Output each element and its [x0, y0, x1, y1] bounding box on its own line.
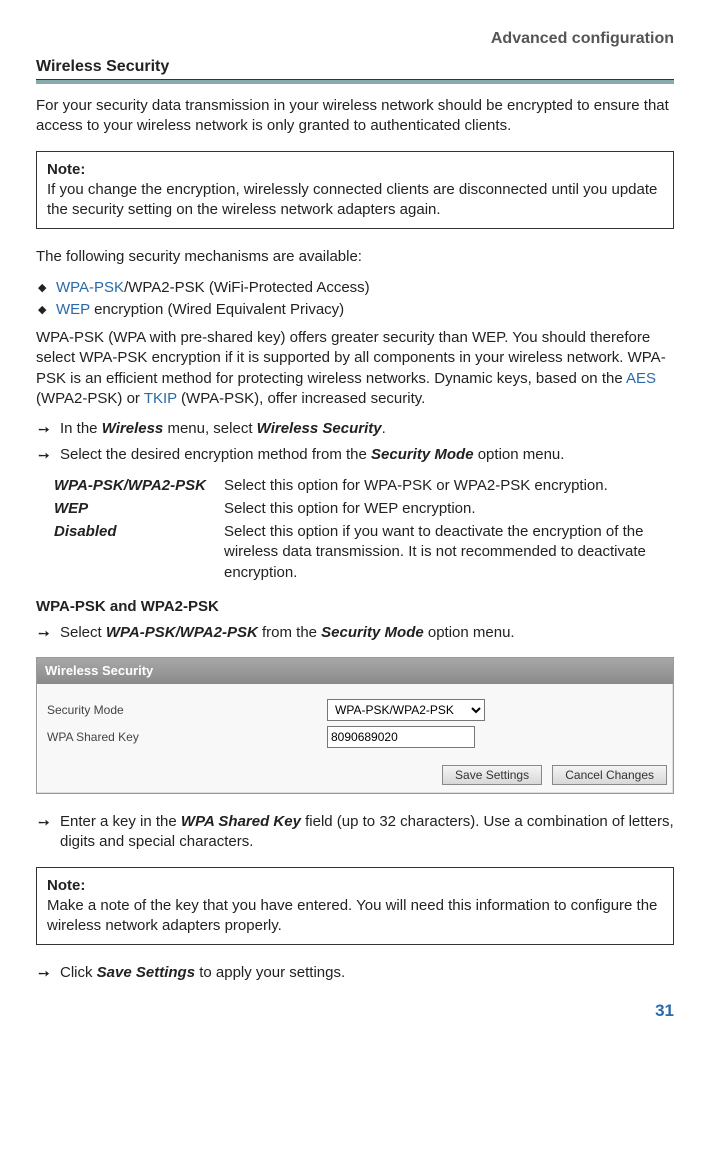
option-desc: Select this option for WPA-PSK or WPA2-P… — [224, 476, 674, 496]
section-rule — [36, 79, 674, 84]
text: from the — [258, 624, 321, 641]
text: (WPA-PSK), offer increased security. — [177, 390, 425, 407]
mechanism-list: WPA-PSK/WPA2-PSK (WiFi-Protected Access)… — [36, 278, 674, 321]
list-item: WPA-PSK/WPA2-PSK (WiFi-Protected Access) — [36, 278, 674, 298]
text: (WPA2-PSK) or — [36, 390, 144, 407]
note-box-1: Note: If you change the encryption, wire… — [36, 151, 674, 230]
menu-item: Wireless Security — [257, 420, 382, 437]
panel-row-key: WPA Shared Key — [47, 726, 663, 748]
link-wep: WEP — [56, 301, 90, 318]
text: to apply your settings. — [195, 964, 345, 981]
link-tkip: TKIP — [144, 390, 177, 407]
link-aes: AES — [626, 370, 656, 387]
option-name: WPA-PSK/WPA2-PSK — [54, 476, 224, 496]
option-name: WEP — [54, 499, 224, 519]
wpa-paragraph: WPA-PSK (WPA with pre-shared key) offers… — [36, 328, 674, 409]
note-body: If you change the encryption, wirelessly… — [47, 180, 663, 221]
text: /WPA2-PSK (WiFi-Protected Access) — [124, 279, 370, 296]
security-mode-select[interactable]: WPA-PSK/WPA2-PSK — [327, 699, 485, 721]
option-name: Disabled — [54, 522, 224, 583]
text: Enter a key in the — [60, 813, 181, 830]
options-table: WPA-PSK/WPA2-PSK Select this option for … — [54, 476, 674, 583]
section-title: Wireless Security — [36, 56, 674, 78]
menu-name: Wireless — [102, 420, 164, 437]
text: option menu. — [424, 624, 515, 641]
link-wpa-psk: WPA-PSK — [56, 279, 124, 296]
option-desc: Select this option for WEP encryption. — [224, 499, 674, 519]
page-number: 31 — [36, 1000, 674, 1023]
chapter-header: Advanced configuration — [36, 28, 674, 50]
text: . — [382, 420, 386, 437]
list-item: WEP encryption (Wired Equivalent Privacy… — [36, 300, 674, 320]
available-line: The following security mechanisms are av… — [36, 247, 674, 267]
option-row: WPA-PSK/WPA2-PSK Select this option for … — [54, 476, 674, 496]
field-name: Security Mode — [321, 624, 424, 641]
text: encryption (Wired Equivalent Privacy) — [90, 301, 344, 318]
option-row: Disabled Select this option if you want … — [54, 522, 674, 583]
field-name: Security Mode — [371, 446, 474, 463]
wpa-key-input[interactable] — [327, 726, 475, 748]
panel-row-mode: Security Mode WPA-PSK/WPA2-PSK — [47, 699, 663, 721]
security-mode-label: Security Mode — [47, 702, 327, 718]
text: option menu. — [474, 446, 565, 463]
text: Select the desired encryption method fro… — [60, 446, 371, 463]
cancel-changes-button[interactable]: Cancel Changes — [552, 765, 667, 785]
button-name: Save Settings — [97, 964, 195, 981]
text: In the — [60, 420, 102, 437]
subheading-wpa: WPA-PSK and WPA2-PSK — [36, 597, 674, 617]
step-3: Select WPA-PSK/WPA2-PSK from the Securit… — [36, 623, 674, 643]
step-1: In the Wireless menu, select Wireless Se… — [36, 419, 674, 439]
note-label: Note: — [47, 876, 663, 896]
option-desc: Select this option if you want to deacti… — [224, 522, 674, 583]
step-5: Click Save Settings to apply your settin… — [36, 963, 674, 983]
note-label: Note: — [47, 160, 663, 180]
panel-title: Wireless Security — [37, 658, 673, 684]
wpa-key-label: WPA Shared Key — [47, 729, 327, 745]
text: menu, select — [163, 420, 256, 437]
text: Click — [60, 964, 97, 981]
panel-body: Security Mode WPA-PSK/WPA2-PSK WPA Share… — [37, 684, 673, 759]
panel-button-row: Save Settings Cancel Changes — [37, 759, 673, 793]
field-name: WPA Shared Key — [181, 813, 301, 830]
save-settings-button[interactable]: Save Settings — [442, 765, 542, 785]
text: WPA-PSK (WPA with pre-shared key) offers… — [36, 329, 666, 387]
wireless-security-panel: Wireless Security Security Mode WPA-PSK/… — [36, 657, 674, 794]
text: Select — [60, 624, 106, 641]
note-box-2: Note: Make a note of the key that you ha… — [36, 867, 674, 946]
step-2: Select the desired encryption method fro… — [36, 445, 674, 465]
option-row: WEP Select this option for WEP encryptio… — [54, 499, 674, 519]
step-4: Enter a key in the WPA Shared Key field … — [36, 812, 674, 853]
intro-paragraph: For your security data transmission in y… — [36, 96, 674, 137]
option-value: WPA-PSK/WPA2-PSK — [106, 624, 258, 641]
note-body: Make a note of the key that you have ent… — [47, 896, 663, 937]
